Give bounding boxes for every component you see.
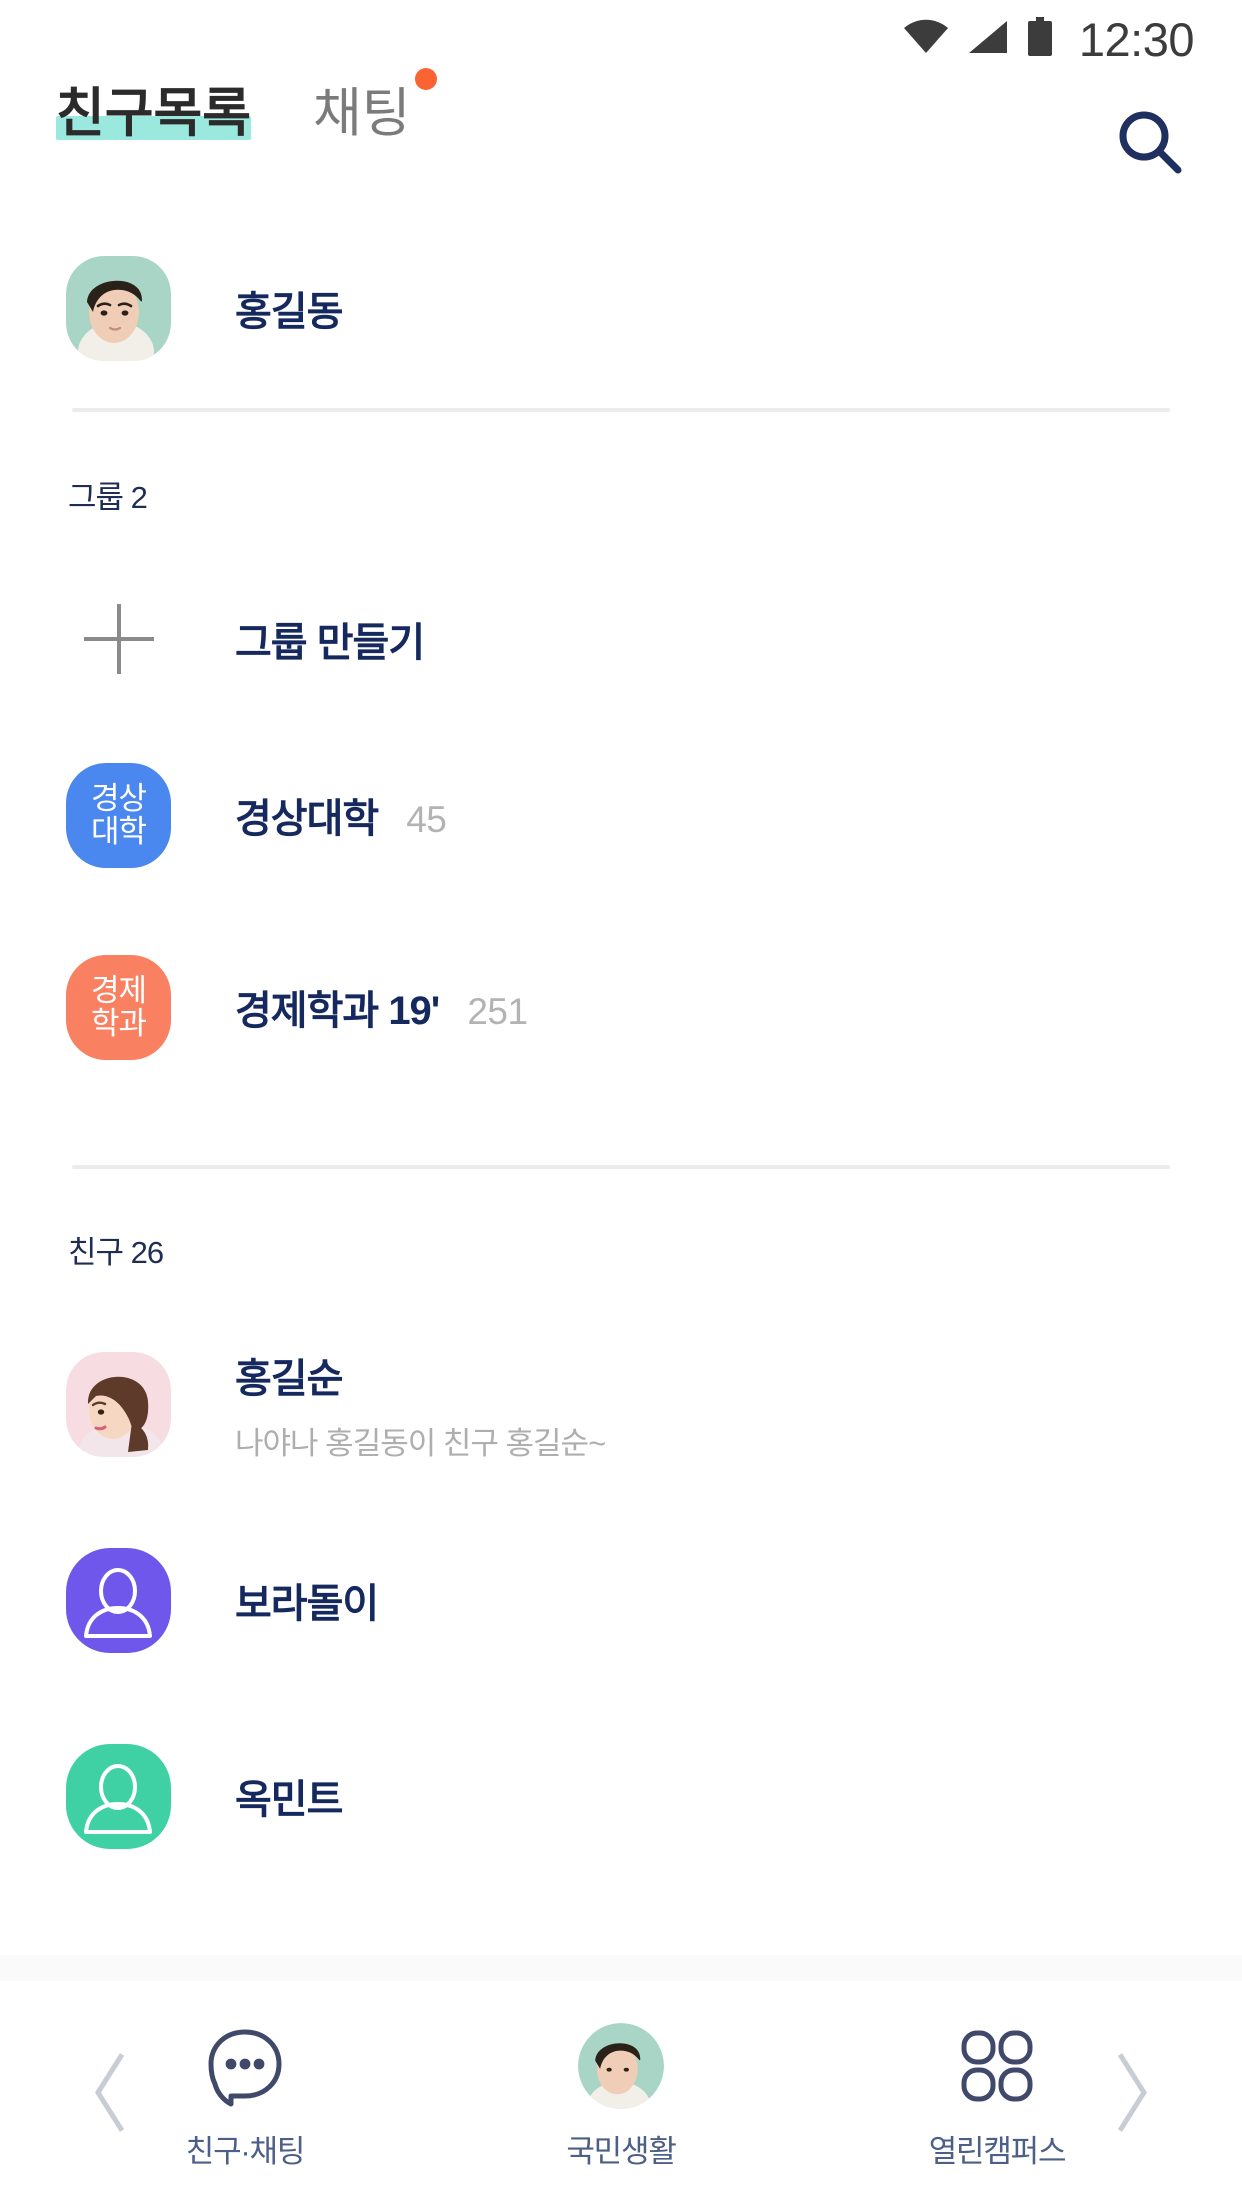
search-button[interactable] xyxy=(1104,98,1196,190)
nav-item-friends-chat[interactable]: 친구·채팅 xyxy=(155,2020,335,2171)
chat-bubble-icon xyxy=(201,2020,289,2112)
groups-section-header: 그룹 2 xyxy=(0,472,1242,517)
person-icon xyxy=(84,1567,152,1638)
chat-unread-dot-icon xyxy=(414,68,437,90)
avatar xyxy=(66,255,171,361)
bottom-nav-items: 친구·채팅 국민생활 열린캠퍼스 xyxy=(0,1981,1242,2209)
group-badge-line2: 학과 xyxy=(90,1006,147,1041)
group-name: 경상대학 xyxy=(235,797,379,841)
nav-item-open-campus[interactable]: 열린캠퍼스 xyxy=(907,2020,1087,2171)
nav-item-friends-chat-label: 친구·채팅 xyxy=(185,2133,306,2169)
app-header: 친구목록 채팅 xyxy=(0,68,1242,208)
status-bar: 12:30 xyxy=(0,0,1242,78)
group-text: 경상대학 45 xyxy=(235,786,447,844)
create-group-text: 그룹 만들기 xyxy=(235,610,425,668)
nav-item-life[interactable]: 국민생활 xyxy=(531,2020,711,2171)
chevron-right-icon xyxy=(1117,2052,1147,2132)
friend-name: 홍길순 xyxy=(235,1356,343,1401)
avatar xyxy=(66,1547,171,1653)
avatar xyxy=(66,1743,171,1849)
battery-icon xyxy=(1027,16,1053,62)
tab-chat-label: 채팅 xyxy=(313,84,411,143)
group-member-count: 45 xyxy=(406,799,447,840)
create-group-label: 그룹 만들기 xyxy=(235,621,425,665)
status-bar-clock: 12:30 xyxy=(1078,12,1195,66)
my-profile-row[interactable]: 홍길동 xyxy=(0,208,1242,408)
friend-text: 옥민트 xyxy=(235,1767,343,1825)
groups-section-count: 2 xyxy=(130,480,148,515)
group-badge-line1: 경제 xyxy=(90,972,147,1008)
group-member-count: 251 xyxy=(467,991,528,1032)
my-profile-text: 홍길동 xyxy=(235,279,343,337)
bottom-navigation-bar: 친구·채팅 국민생활 열린캠퍼스 xyxy=(0,1955,1242,2209)
wifi-icon xyxy=(903,19,949,60)
group-name: 경제학과 19' xyxy=(235,989,440,1033)
content-scroll-area[interactable]: 홍길동 그룹 2 그룹 만들기 경상 대학 경상대학 45 경제 학과 경제학과… xyxy=(0,208,1242,1980)
avatar xyxy=(66,1351,171,1457)
search-icon xyxy=(1114,106,1186,183)
tab-friends-list-label: 친구목록 xyxy=(56,84,252,143)
photo-female-pink-icon xyxy=(66,1351,171,1457)
person-icon xyxy=(84,1763,152,1834)
friends-section-label: 친구 xyxy=(68,1235,124,1270)
group-badge: 경상 대학 xyxy=(66,762,171,868)
groups-section-label: 그룹 xyxy=(68,480,124,515)
friend-text: 보라돌이 xyxy=(235,1571,379,1629)
friend-row[interactable]: 보라돌이 xyxy=(0,1502,1242,1698)
nav-item-open-campus-label: 열린캠퍼스 xyxy=(928,2133,1067,2169)
group-row[interactable]: 경상 대학 경상대학 45 xyxy=(0,719,1242,911)
friend-text: 홍길순 나야나 홍길동이 친구 홍길순~ xyxy=(235,1346,606,1463)
friend-status-message: 나야나 홍길동이 친구 홍길순~ xyxy=(235,1425,606,1461)
signal-icon xyxy=(967,19,1009,60)
create-group-row[interactable]: 그룹 만들기 xyxy=(0,559,1242,719)
friends-section-header: 친구 26 xyxy=(0,1227,1242,1272)
group-row[interactable]: 경제 학과 경제학과 19' 251 xyxy=(0,911,1242,1103)
friend-name: 보라돌이 xyxy=(235,1582,379,1626)
avatar-icon xyxy=(578,2020,664,2112)
tab-bar: 친구목록 채팅 xyxy=(56,68,437,146)
friends-section-count: 26 xyxy=(130,1235,164,1270)
nav-item-life-label: 국민생활 xyxy=(566,2133,676,2169)
nav-next-button[interactable] xyxy=(1108,2046,1154,2143)
group-badge-line2: 대학 xyxy=(90,814,147,849)
friend-name: 옥민트 xyxy=(235,1778,343,1822)
grid-four-icon xyxy=(953,2020,1041,2112)
group-badge-line1: 경상 xyxy=(90,780,147,816)
tab-chat[interactable]: 채팅 xyxy=(313,68,437,146)
group-badge: 경제 학과 xyxy=(66,954,171,1060)
friend-row[interactable]: 옥민트 xyxy=(0,1698,1242,1894)
my-profile-name: 홍길동 xyxy=(235,290,343,334)
photo-male-mint-icon xyxy=(66,255,171,361)
group-text: 경제학과 19' 251 xyxy=(235,978,528,1036)
plus-icon xyxy=(66,587,171,692)
tab-friends-list[interactable]: 친구목록 xyxy=(56,84,252,146)
friend-row[interactable]: 홍길순 나야나 홍길동이 친구 홍길순~ xyxy=(0,1306,1242,1502)
